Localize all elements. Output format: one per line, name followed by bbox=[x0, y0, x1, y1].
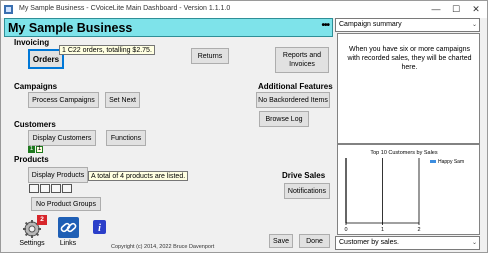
customer-sales-chart: Top 10 Customers by Sales Happy Sam 0 1 2 bbox=[344, 150, 464, 233]
customers-heading: Customers bbox=[14, 120, 56, 129]
copyright-text: Copyright (c) 2014, 2022 Bruce Davenport bbox=[111, 244, 215, 250]
campaign-summary-panel: When you have six or more campaigns with… bbox=[337, 33, 480, 144]
customer-indicator: 1 bbox=[28, 146, 35, 153]
returns-button[interactable]: Returns bbox=[191, 48, 229, 64]
chart-type-select[interactable]: Customer by sales. ⌄ bbox=[335, 236, 480, 250]
svg-text:i: i bbox=[98, 223, 101, 234]
functions-button[interactable]: Functions bbox=[106, 130, 146, 146]
info-icon[interactable]: i bbox=[93, 220, 106, 234]
links-label[interactable]: Links bbox=[57, 240, 79, 247]
legend-swatch bbox=[430, 160, 436, 163]
display-customers-button[interactable]: Display Customers bbox=[28, 130, 96, 146]
product-slot bbox=[40, 184, 50, 193]
no-backordered-items-button[interactable]: No Backordered Items bbox=[256, 92, 330, 108]
products-tooltip: A total of 4 products are listed. bbox=[88, 171, 189, 181]
chart-title: Top 10 Customers by Sales bbox=[370, 150, 438, 156]
main-window: My Sample Business - CVoiceLite Main Das… bbox=[0, 0, 488, 253]
close-button[interactable]: ✕ bbox=[466, 2, 486, 16]
summary-select-value: Campaign summary bbox=[339, 21, 402, 28]
link-icon[interactable] bbox=[58, 217, 79, 238]
x-tick-label: 1 bbox=[381, 227, 384, 233]
no-product-groups-button[interactable]: No Product Groups bbox=[31, 197, 101, 211]
product-slot bbox=[51, 184, 61, 193]
products-heading: Products bbox=[14, 155, 49, 164]
product-slot bbox=[29, 184, 39, 193]
chevron-down-icon: ⌄ bbox=[471, 22, 477, 28]
display-products-button[interactable]: Display Products bbox=[28, 167, 88, 183]
set-next-button[interactable]: Set Next bbox=[105, 92, 140, 108]
browse-log-button[interactable]: Browse Log bbox=[259, 111, 309, 127]
done-button[interactable]: Done bbox=[299, 234, 330, 248]
business-banner: My Sample Business ••• bbox=[4, 18, 333, 37]
drive-sales-heading: Drive Sales bbox=[282, 171, 326, 180]
more-menu-icon[interactable]: ••• bbox=[321, 20, 329, 31]
invoicing-heading: Invoicing bbox=[14, 38, 50, 47]
title-bar: My Sample Business - CVoiceLite Main Das… bbox=[1, 1, 487, 18]
x-tick-label: 0 bbox=[344, 227, 347, 233]
orders-tooltip: 1 C22 orders, totalling $2.75. bbox=[59, 45, 155, 55]
plot-area: 0 1 2 bbox=[344, 158, 421, 233]
notifications-button[interactable]: Notifications bbox=[284, 183, 330, 199]
process-campaigns-button[interactable]: Process Campaigns bbox=[28, 92, 99, 108]
reports-and-invoices-button[interactable]: Reports and Invoices bbox=[275, 47, 329, 73]
sales-chart-panel: Top 10 Customers by Sales Happy Sam 0 1 2 bbox=[337, 144, 480, 235]
save-button[interactable]: Save bbox=[269, 234, 293, 248]
app-icon bbox=[4, 5, 13, 14]
settings-badge: 2 bbox=[37, 215, 47, 225]
chart-type-select-value: Customer by sales. bbox=[339, 239, 399, 246]
settings-label[interactable]: Settings bbox=[18, 240, 46, 247]
campaigns-heading: Campaigns bbox=[14, 82, 58, 91]
chevron-down-icon: ⌄ bbox=[471, 240, 477, 246]
customer-indicator: 1 bbox=[36, 146, 43, 153]
x-tick-label: 2 bbox=[417, 227, 420, 233]
summary-select[interactable]: Campaign summary ⌄ bbox=[335, 18, 480, 32]
summary-message: When you have six or more campaigns with… bbox=[347, 46, 472, 71]
product-slot bbox=[62, 184, 72, 193]
window-title: My Sample Business - CVoiceLite Main Das… bbox=[19, 5, 231, 12]
maximize-button[interactable]: ☐ bbox=[446, 2, 466, 16]
business-name: My Sample Business bbox=[8, 21, 133, 35]
legend-label: Happy Sam bbox=[438, 159, 464, 165]
additional-features-heading: Additional Features bbox=[258, 82, 333, 91]
minimize-button[interactable]: — bbox=[426, 2, 446, 16]
